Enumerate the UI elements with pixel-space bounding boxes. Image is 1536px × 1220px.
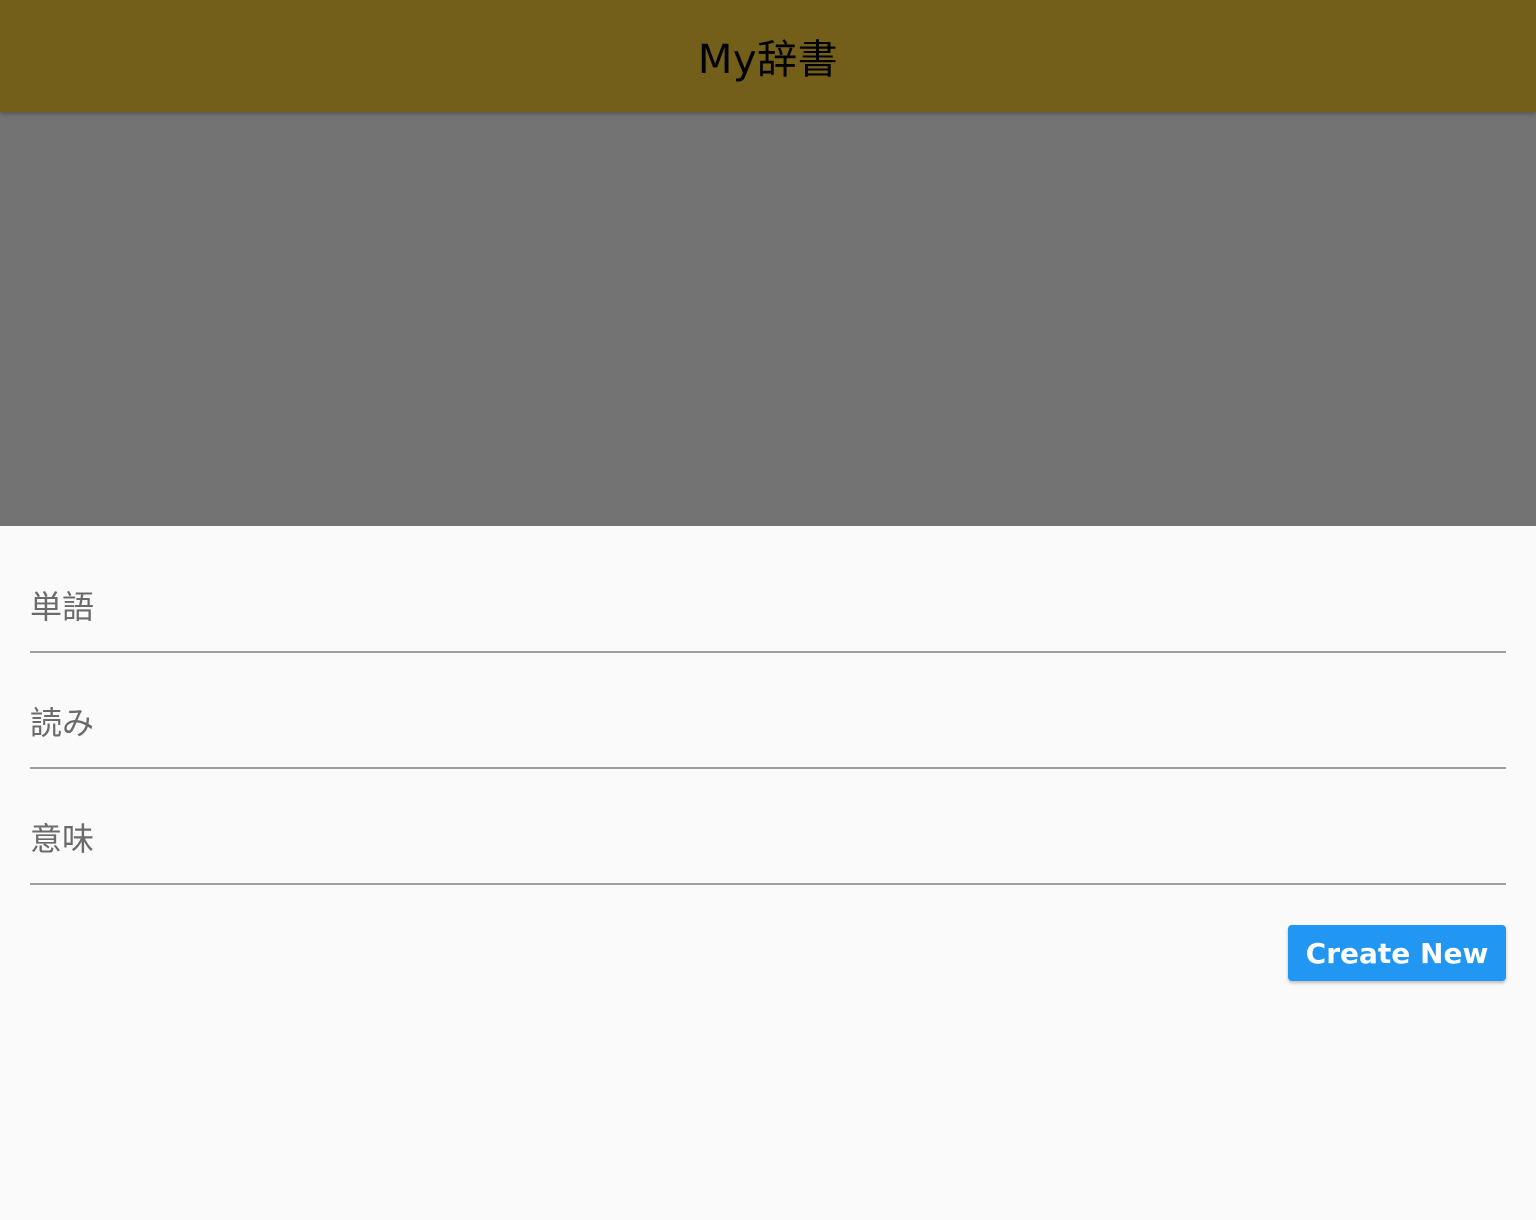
- gray-placeholder-area: [0, 112, 1536, 526]
- word-input[interactable]: [30, 579, 1506, 635]
- reading-input[interactable]: [30, 695, 1506, 751]
- form-actions: Create New: [30, 885, 1506, 981]
- create-new-button[interactable]: Create New: [1288, 925, 1506, 981]
- word-field: [30, 526, 1506, 653]
- new-entry-form: Create New: [30, 526, 1506, 981]
- meaning-field: [30, 769, 1506, 885]
- meaning-input[interactable]: [30, 811, 1506, 867]
- app-title: My辞書: [697, 37, 839, 83]
- reading-field: [30, 653, 1506, 769]
- app-bar: My辞書: [0, 0, 1536, 112]
